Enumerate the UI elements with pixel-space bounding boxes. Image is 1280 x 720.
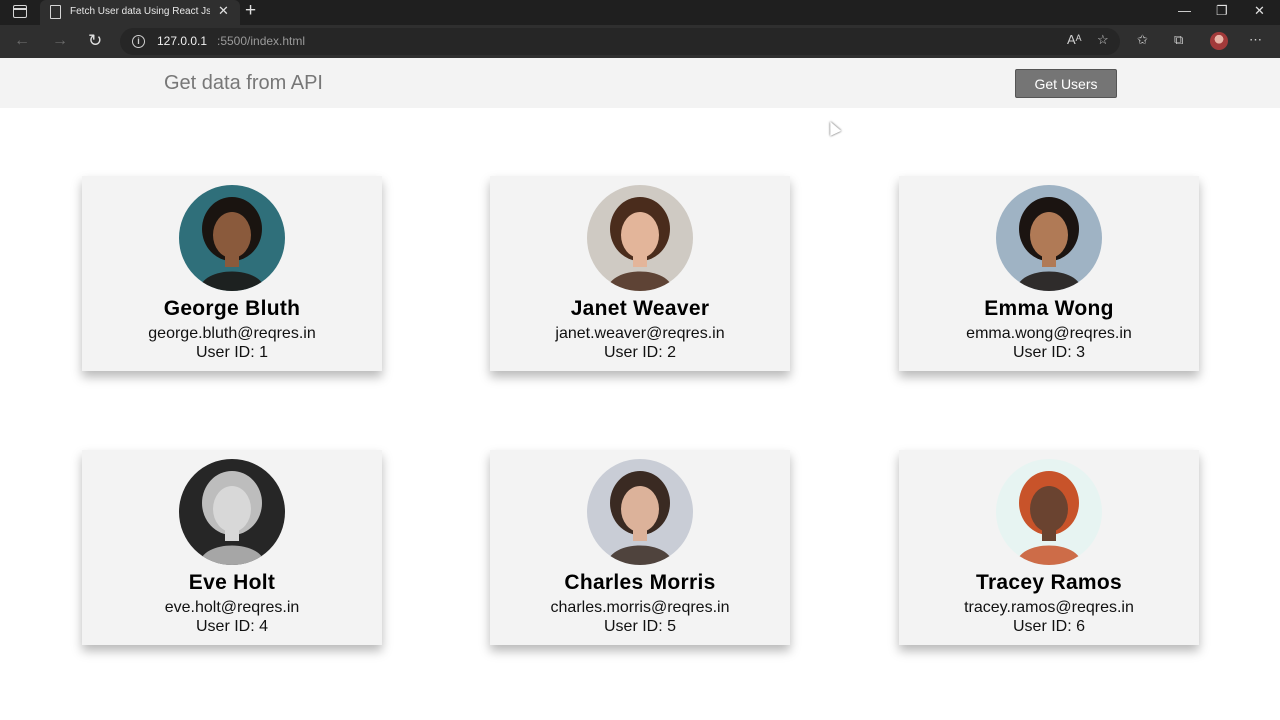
user-name: Eve Holt xyxy=(188,571,276,594)
user-name: Tracey Ramos xyxy=(975,571,1123,594)
info-icon[interactable]: i xyxy=(132,35,145,48)
user-id: User ID: 4 xyxy=(195,618,268,635)
user-name: Janet Weaver xyxy=(570,297,710,320)
user-card: Janet Weaver janet.weaver@reqres.in User I… xyxy=(490,176,790,371)
user-name: Emma Wong xyxy=(984,297,1114,320)
user-id: User ID: 6 xyxy=(1012,618,1085,635)
user-id: User ID: 1 xyxy=(195,344,268,361)
user-avatar xyxy=(587,459,693,565)
minimize-button[interactable]: — xyxy=(1178,3,1191,19)
user-avatar xyxy=(179,459,285,565)
user-card: Charles Morris charles.morris@reqres.in Us… xyxy=(490,450,790,645)
address-bar[interactable]: i 127.0.0.1 :5500/index.html xyxy=(120,28,1120,55)
read-aloud-icon[interactable]: Aᴬ xyxy=(1067,32,1082,48)
url-path: :5500/index.html xyxy=(217,34,306,48)
more-icon[interactable]: ⋯ xyxy=(1249,32,1262,48)
user-email: emma.wong@reqres.in xyxy=(966,325,1132,342)
user-card: Tracey Ramos tracey.ramos@reqres.in User I… xyxy=(899,450,1199,645)
user-avatar xyxy=(996,185,1102,291)
favorite-add-icon[interactable]: ☆ xyxy=(1097,32,1109,48)
user-email: eve.holt@reqres.in xyxy=(164,599,300,616)
profile-icon[interactable] xyxy=(1210,32,1228,50)
user-email: charles.morris@reqres.in xyxy=(550,599,730,616)
tab-close-icon[interactable]: ✕ xyxy=(218,4,229,18)
user-avatar xyxy=(179,185,285,291)
tab-title: Fetch User data Using React Js A xyxy=(70,6,210,17)
forward-icon[interactable]: → xyxy=(52,31,68,51)
url-host: 127.0.0.1 xyxy=(157,34,208,48)
page-title: Get data from API xyxy=(164,72,323,94)
user-avatar xyxy=(996,459,1102,565)
user-card: Emma Wong emma.wong@reqres.in User ID: 3 xyxy=(899,176,1199,371)
user-id: User ID: 3 xyxy=(1012,344,1085,361)
browser-toolbar: ← → ↻ i 127.0.0.1 :5500/index.html Aᴬ ☆ … xyxy=(0,25,1280,58)
user-name: George Bluth xyxy=(163,297,301,320)
browser-tab-bar: Fetch User data Using React Js A ✕ + — ❐… xyxy=(0,0,1280,25)
user-email: janet.weaver@reqres.in xyxy=(555,325,725,342)
user-id: User ID: 2 xyxy=(603,344,676,361)
collections-icon[interactable]: ⧉ xyxy=(1174,32,1183,48)
tab-actions-icon[interactable] xyxy=(13,5,27,18)
close-window-button[interactable]: ✕ xyxy=(1254,3,1265,19)
get-users-button[interactable]: Get Users xyxy=(1015,69,1117,98)
restore-button[interactable]: ❐ xyxy=(1216,3,1228,19)
page-icon xyxy=(50,5,61,19)
mouse-cursor-icon xyxy=(824,119,842,136)
new-tab-button[interactable]: + xyxy=(245,1,256,21)
user-avatar xyxy=(587,185,693,291)
user-name: Charles Morris xyxy=(564,571,716,594)
user-email: tracey.ramos@reqres.in xyxy=(964,599,1134,616)
browser-tab[interactable]: Fetch User data Using React Js A ✕ xyxy=(40,0,240,25)
page-header: Get data from API Get Users xyxy=(0,58,1280,108)
user-id: User ID: 5 xyxy=(603,618,676,635)
back-icon[interactable]: ← xyxy=(14,31,30,51)
user-card: George Bluth george.bluth@reqres.in User I… xyxy=(82,176,382,371)
user-card: Eve Holt eve.holt@reqres.in User ID: 4 xyxy=(82,450,382,645)
favorites-icon[interactable]: ✩ xyxy=(1137,32,1148,48)
reload-icon[interactable]: ↻ xyxy=(88,31,102,51)
user-email: george.bluth@reqres.in xyxy=(148,325,316,342)
